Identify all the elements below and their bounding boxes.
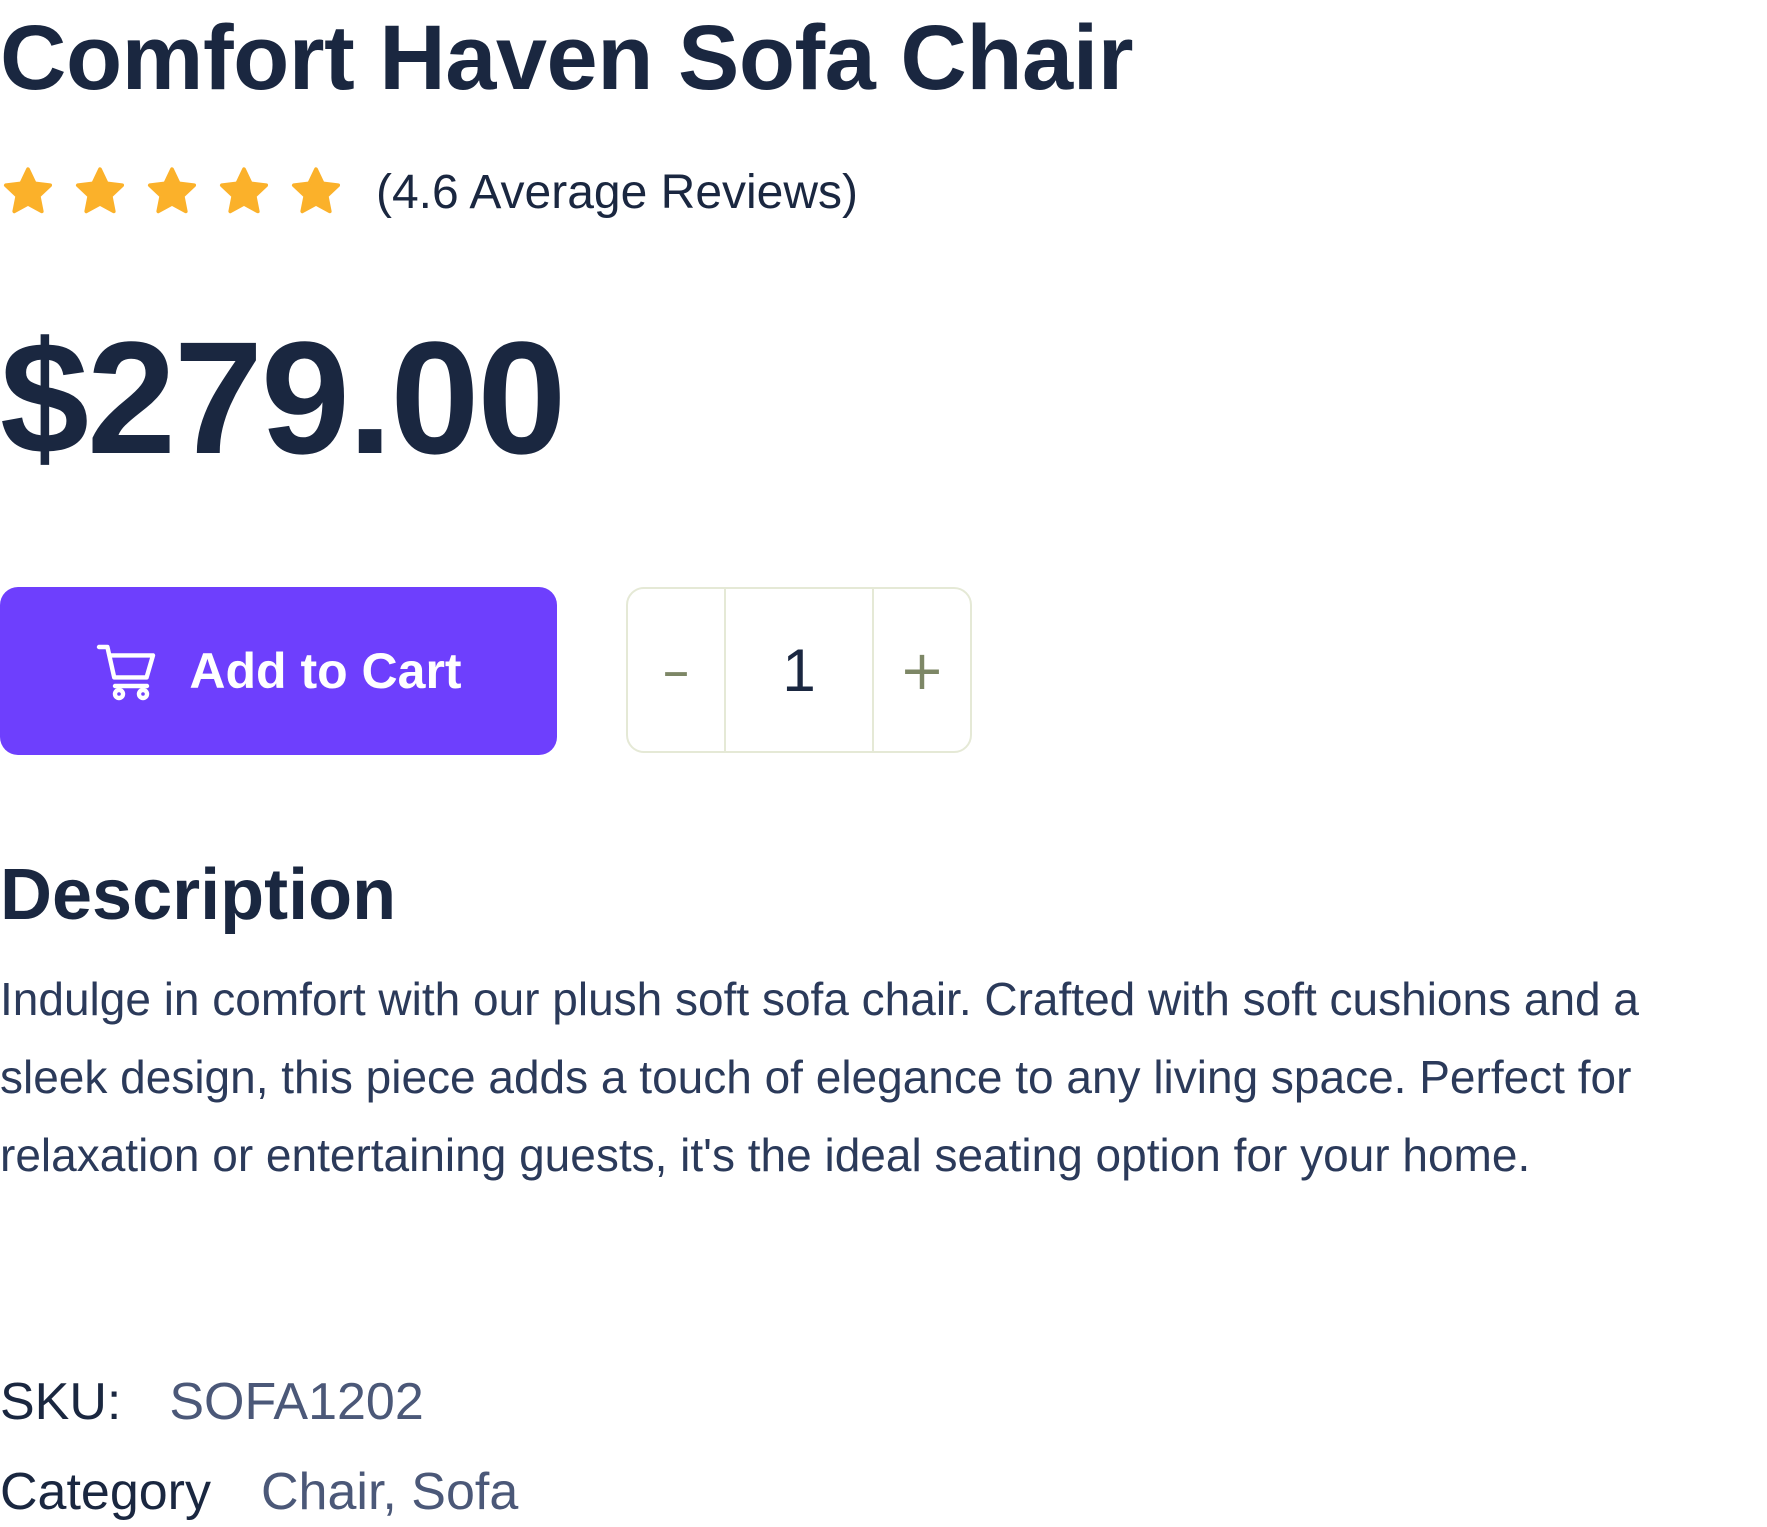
quantity-value[interactable]: 1	[724, 589, 874, 751]
rating: (4.6 Average Reviews)	[0, 162, 858, 222]
product-detail: Comfort Haven Sofa Chair (4.6 Average Re…	[0, 0, 1767, 1527]
category-row: Category Chair, Sofa	[0, 1462, 518, 1522]
description-text: Indulge in comfort with our plush soft s…	[0, 973, 1639, 1181]
sku-value: SOFA1202	[169, 1373, 424, 1431]
category-label: Category	[0, 1463, 211, 1521]
sku-label: SKU:	[0, 1373, 122, 1431]
star-icon	[144, 164, 200, 220]
product-price: $279.00	[0, 308, 566, 487]
cart-icon	[95, 639, 159, 703]
star-icon	[72, 164, 128, 220]
sku-row: SKU: SOFA1202	[0, 1372, 424, 1432]
category-value[interactable]: Chair, Sofa	[261, 1462, 518, 1522]
product-title: Comfort Haven Sofa Chair	[0, 7, 1134, 109]
quantity-stepper: – 1 +	[626, 587, 972, 753]
star-icon	[216, 164, 272, 220]
description-heading: Description	[0, 855, 397, 935]
quantity-increment-button[interactable]: +	[874, 589, 970, 751]
quantity-decrement-button[interactable]: –	[628, 589, 724, 751]
add-to-cart-label: Add to Cart	[189, 643, 462, 699]
rating-text: (4.6 Average Reviews)	[376, 165, 859, 219]
add-to-cart-button[interactable]: Add to Cart	[0, 587, 557, 755]
star-icon	[0, 164, 56, 220]
star-icon	[288, 164, 344, 220]
